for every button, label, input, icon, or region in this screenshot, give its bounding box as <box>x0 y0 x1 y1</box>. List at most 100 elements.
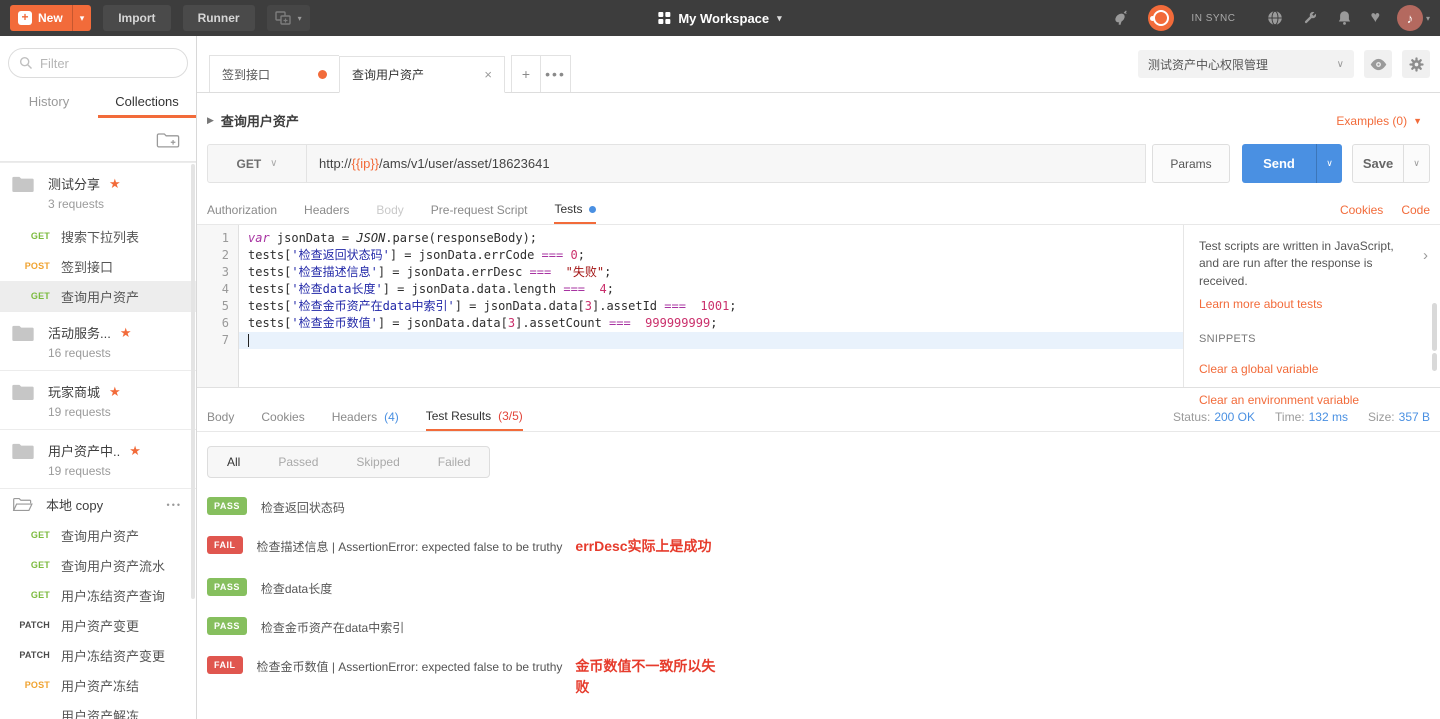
tests-code-editor[interactable]: 1234567 var jsonData = JSON.parse(respon… <box>197 224 1184 387</box>
tab-history[interactable]: History <box>0 90 98 118</box>
collection-item[interactable]: 用户资产中.. ★ 19 requests <box>0 429 196 488</box>
request-item[interactable]: POST 用户资产冻结 <box>0 670 196 700</box>
method-selector[interactable]: GET ∨ <box>207 144 307 183</box>
code-area[interactable]: var jsonData = JSON.parse(responseBody);… <box>239 230 1183 387</box>
test-result-text: 检查金币资产在data中索引 <box>260 620 405 635</box>
request-item[interactable]: POST 签到接口 <box>0 251 196 281</box>
tab-test-results[interactable]: Test Results (3/5) <box>425 403 523 432</box>
wrench-icon[interactable] <box>1301 9 1319 27</box>
filter-input[interactable] <box>40 55 160 71</box>
star-icon[interactable]: ★ <box>120 325 132 341</box>
tab-headers[interactable]: Headers <box>304 196 349 224</box>
folder-item-open[interactable]: 本地 copy ••• <box>0 488 196 520</box>
test-result-text: 检查描述信息 | AssertionError: expected false … <box>256 539 563 554</box>
star-icon[interactable]: ★ <box>129 443 141 459</box>
collection-runner-button[interactable]: ▾ <box>266 5 310 31</box>
request-item[interactable]: GET 用户冻结资产查询 <box>0 580 196 610</box>
tab-prerequest-script[interactable]: Pre-request Script <box>431 196 528 224</box>
tab-label: 查询用户资产 <box>352 68 425 83</box>
tab-response-cookies[interactable]: Cookies <box>261 403 304 431</box>
collapse-triangle-icon[interactable]: ▶ <box>207 115 214 126</box>
request-item[interactable]: PATCH 用户冻结资产变更 <box>0 640 196 670</box>
collection-item[interactable]: 测试分享 ★ 3 requests <box>0 162 196 221</box>
cookies-link[interactable]: Cookies <box>1340 203 1383 217</box>
tab-response-body[interactable]: Body <box>207 403 234 431</box>
request-item[interactable]: GET 查询用户资产 <box>0 520 196 550</box>
environment-selector[interactable]: 测试资产中心权限管理 ∨ <box>1138 50 1354 79</box>
avatar: ♪ <box>1396 5 1423 31</box>
open-tab-active[interactable]: 查询用户资产 × <box>339 56 505 94</box>
test-result-row: PASS 检查data长度 <box>207 577 1430 597</box>
save-button[interactable]: Save <box>1352 144 1404 183</box>
sidebar-scrollbar[interactable] <box>191 164 195 599</box>
url-input[interactable]: http://{{ip}}/ams/v1/user/asset/18623641 <box>307 144 1146 183</box>
tab-response-headers[interactable]: Headers (4) <box>332 403 399 431</box>
runner-button[interactable]: Runner <box>182 5 255 31</box>
settings-button[interactable] <box>1402 50 1430 79</box>
new-dropdown-caret-icon[interactable]: ▾ <box>71 5 92 31</box>
more-options-icon[interactable]: ••• <box>167 500 182 510</box>
new-button[interactable]: + New ▾ <box>10 5 92 31</box>
send-button[interactable]: Send <box>1242 144 1316 183</box>
filter-all[interactable]: All <box>208 447 259 477</box>
request-item[interactable]: GET 搜索下拉列表 <box>0 221 196 251</box>
import-button[interactable]: Import <box>103 5 171 31</box>
request-item[interactable]: PATCH 用户资产变更 <box>0 610 196 640</box>
tests-description: Test scripts are written in JavaScript, … <box>1199 238 1394 288</box>
filter-passed[interactable]: Passed <box>259 447 337 477</box>
url-prefix: http:// <box>319 156 352 172</box>
request-name: 查询用户资产 <box>61 528 140 544</box>
collapse-panel-chevron-icon[interactable]: › <box>1423 247 1428 264</box>
heart-icon[interactable]: ♥ <box>1370 9 1380 27</box>
gear-icon <box>1408 56 1425 73</box>
send-options-caret-icon[interactable]: ∨ <box>1316 144 1342 183</box>
request-item[interactable]: 用户资产解冻 <box>0 700 196 719</box>
chevron-down-icon: ∨ <box>270 158 278 170</box>
sync-status-label: IN SYNC <box>1191 12 1236 24</box>
filter-search-box[interactable] <box>8 48 188 78</box>
snippet-clear-global-variable[interactable]: Clear a global variable <box>1199 362 1410 376</box>
sync-indicator-icon[interactable] <box>1148 5 1175 31</box>
filter-failed[interactable]: Failed <box>419 447 490 477</box>
collection-item[interactable]: 活动服务... ★ 16 requests <box>0 311 196 370</box>
workspace-switcher[interactable]: My Workspace ▾ <box>658 10 782 26</box>
collection-item[interactable]: 玩家商城 ★ 19 requests <box>0 370 196 429</box>
environment-preview-button[interactable] <box>1364 50 1392 79</box>
request-name: 签到接口 <box>61 259 114 275</box>
request-name: 用户冻结资产查询 <box>61 588 166 604</box>
snippets-scrollbar[interactable] <box>1432 302 1437 351</box>
snippet-clear-environment-variable[interactable]: Clear an environment variable <box>1199 393 1410 407</box>
request-name: 用户冻结资产变更 <box>61 648 166 664</box>
url-path: /ams/v1/user/asset/18623641 <box>379 156 550 172</box>
snippets-scrollbar-segment[interactable] <box>1432 352 1437 371</box>
tab-tests[interactable]: Tests <box>554 196 597 225</box>
close-tab-icon[interactable]: × <box>484 67 492 82</box>
bell-icon[interactable] <box>1336 9 1353 27</box>
tab-body[interactable]: Body <box>376 196 403 224</box>
globe-icon[interactable] <box>1266 9 1284 27</box>
learn-more-link[interactable]: Learn more about tests <box>1199 297 1410 311</box>
request-item[interactable]: GET 查询用户资产流水 <box>0 550 196 580</box>
environment-name: 测试资产中心权限管理 <box>1148 57 1269 72</box>
interceptor-satellite-icon[interactable] <box>1112 9 1131 27</box>
account-menu[interactable]: ♪ ▾ <box>1396 5 1430 31</box>
new-collection-icon[interactable] <box>156 130 180 149</box>
code-link[interactable]: Code <box>1401 203 1430 217</box>
filter-skipped[interactable]: Skipped <box>337 447 418 477</box>
method-label: POST <box>24 680 50 690</box>
workspace-label: My Workspace <box>678 10 770 26</box>
save-options-caret-icon[interactable]: ∨ <box>1404 144 1430 183</box>
unsaved-dot-icon <box>318 69 327 79</box>
tab-collections[interactable]: Collections <box>98 90 196 118</box>
tab-authorization[interactable]: Authorization <box>207 196 277 224</box>
request-item-selected[interactable]: GET 查询用户资产 <box>0 281 196 311</box>
params-button[interactable]: Params <box>1152 144 1230 183</box>
caret-down-icon: ▼ <box>1413 115 1422 126</box>
examples-dropdown[interactable]: Examples (0) ▼ <box>1336 114 1422 128</box>
star-icon[interactable]: ★ <box>109 384 121 400</box>
star-icon[interactable]: ★ <box>109 176 121 192</box>
new-tab-button[interactable]: + <box>511 55 541 93</box>
workspace-caret-icon: ▾ <box>777 12 782 23</box>
tab-options-button[interactable]: ••• <box>541 55 571 93</box>
open-tab-unsaved[interactable]: 签到接口 <box>209 55 339 93</box>
